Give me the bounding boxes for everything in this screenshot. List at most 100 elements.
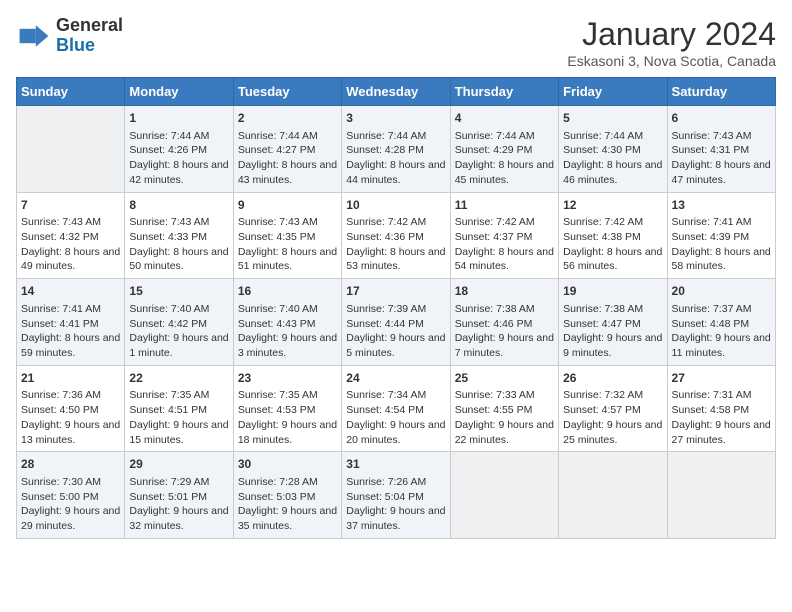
day-info: Sunset: 5:01 PM <box>129 490 228 505</box>
day-info: Daylight: 9 hours and 29 minutes. <box>21 504 120 533</box>
day-info: Daylight: 9 hours and 5 minutes. <box>346 331 445 360</box>
day-info: Daylight: 8 hours and 46 minutes. <box>563 158 662 187</box>
day-info: Sunrise: 7:26 AM <box>346 475 445 490</box>
day-info: Sunset: 4:26 PM <box>129 143 228 158</box>
calendar-cell: 22Sunrise: 7:35 AMSunset: 4:51 PMDayligh… <box>125 365 233 452</box>
calendar-cell: 1Sunrise: 7:44 AMSunset: 4:26 PMDaylight… <box>125 106 233 193</box>
day-info: Sunrise: 7:35 AM <box>129 388 228 403</box>
day-info: Sunset: 4:44 PM <box>346 317 445 332</box>
day-info: Sunrise: 7:42 AM <box>563 215 662 230</box>
day-info: Sunset: 4:58 PM <box>672 403 771 418</box>
day-number: 16 <box>238 283 337 300</box>
day-number: 18 <box>455 283 554 300</box>
day-info: Daylight: 8 hours and 42 minutes. <box>129 158 228 187</box>
day-info: Sunset: 4:27 PM <box>238 143 337 158</box>
day-info: Sunrise: 7:31 AM <box>672 388 771 403</box>
page-header: General Blue January 2024 Eskasoni 3, No… <box>16 16 776 69</box>
day-info: Sunrise: 7:41 AM <box>672 215 771 230</box>
calendar-cell: 19Sunrise: 7:38 AMSunset: 4:47 PMDayligh… <box>559 279 667 366</box>
calendar-cell: 30Sunrise: 7:28 AMSunset: 5:03 PMDayligh… <box>233 452 341 539</box>
day-info: Sunrise: 7:41 AM <box>21 302 120 317</box>
day-info: Sunrise: 7:40 AM <box>129 302 228 317</box>
day-number: 10 <box>346 197 445 214</box>
calendar-cell: 26Sunrise: 7:32 AMSunset: 4:57 PMDayligh… <box>559 365 667 452</box>
calendar-cell: 13Sunrise: 7:41 AMSunset: 4:39 PMDayligh… <box>667 192 775 279</box>
day-number: 1 <box>129 110 228 127</box>
day-info: Daylight: 8 hours and 47 minutes. <box>672 158 771 187</box>
day-info: Daylight: 9 hours and 20 minutes. <box>346 418 445 447</box>
day-info: Sunset: 4:38 PM <box>563 230 662 245</box>
calendar-cell: 7Sunrise: 7:43 AMSunset: 4:32 PMDaylight… <box>17 192 125 279</box>
day-info: Daylight: 9 hours and 13 minutes. <box>21 418 120 447</box>
day-info: Daylight: 8 hours and 45 minutes. <box>455 158 554 187</box>
day-number: 22 <box>129 370 228 387</box>
day-number: 8 <box>129 197 228 214</box>
day-info: Sunrise: 7:44 AM <box>455 129 554 144</box>
calendar-cell: 17Sunrise: 7:39 AMSunset: 4:44 PMDayligh… <box>342 279 450 366</box>
day-info: Daylight: 9 hours and 25 minutes. <box>563 418 662 447</box>
day-number: 26 <box>563 370 662 387</box>
day-info: Sunset: 4:29 PM <box>455 143 554 158</box>
day-info: Daylight: 9 hours and 32 minutes. <box>129 504 228 533</box>
week-row-2: 7Sunrise: 7:43 AMSunset: 4:32 PMDaylight… <box>17 192 776 279</box>
day-info: Daylight: 9 hours and 15 minutes. <box>129 418 228 447</box>
day-info: Sunset: 5:04 PM <box>346 490 445 505</box>
day-number: 12 <box>563 197 662 214</box>
calendar-cell: 9Sunrise: 7:43 AMSunset: 4:35 PMDaylight… <box>233 192 341 279</box>
day-info: Sunrise: 7:43 AM <box>238 215 337 230</box>
day-info: Daylight: 9 hours and 11 minutes. <box>672 331 771 360</box>
day-info: Daylight: 9 hours and 1 minute. <box>129 331 228 360</box>
day-info: Sunset: 4:47 PM <box>563 317 662 332</box>
weekday-header-wednesday: Wednesday <box>342 78 450 106</box>
week-row-4: 21Sunrise: 7:36 AMSunset: 4:50 PMDayligh… <box>17 365 776 452</box>
day-info: Sunset: 4:43 PM <box>238 317 337 332</box>
day-info: Sunset: 4:32 PM <box>21 230 120 245</box>
day-info: Sunrise: 7:44 AM <box>563 129 662 144</box>
day-number: 28 <box>21 456 120 473</box>
calendar-cell: 15Sunrise: 7:40 AMSunset: 4:42 PMDayligh… <box>125 279 233 366</box>
day-info: Sunset: 4:39 PM <box>672 230 771 245</box>
day-info: Sunset: 5:00 PM <box>21 490 120 505</box>
calendar-cell: 21Sunrise: 7:36 AMSunset: 4:50 PMDayligh… <box>17 365 125 452</box>
calendar-cell: 23Sunrise: 7:35 AMSunset: 4:53 PMDayligh… <box>233 365 341 452</box>
day-info: Sunrise: 7:43 AM <box>672 129 771 144</box>
day-info: Daylight: 8 hours and 51 minutes. <box>238 245 337 274</box>
weekday-header-thursday: Thursday <box>450 78 558 106</box>
day-number: 29 <box>129 456 228 473</box>
day-info: Sunrise: 7:44 AM <box>238 129 337 144</box>
day-number: 24 <box>346 370 445 387</box>
day-number: 20 <box>672 283 771 300</box>
day-info: Sunrise: 7:38 AM <box>563 302 662 317</box>
day-info: Daylight: 8 hours and 53 minutes. <box>346 245 445 274</box>
day-info: Sunset: 4:51 PM <box>129 403 228 418</box>
day-info: Sunset: 5:03 PM <box>238 490 337 505</box>
day-info: Daylight: 8 hours and 58 minutes. <box>672 245 771 274</box>
day-info: Daylight: 9 hours and 18 minutes. <box>238 418 337 447</box>
day-info: Sunrise: 7:34 AM <box>346 388 445 403</box>
day-info: Daylight: 8 hours and 50 minutes. <box>129 245 228 274</box>
calendar-cell: 29 Sunrise: 7:29 AMSunset: 5:01 PMDayligh… <box>125 452 233 539</box>
week-row-1: 1Sunrise: 7:44 AMSunset: 4:26 PMDaylight… <box>17 106 776 193</box>
day-info: Daylight: 9 hours and 35 minutes. <box>238 504 337 533</box>
week-row-5: 28Sunrise: 7:30 AMSunset: 5:00 PMDayligh… <box>17 452 776 539</box>
day-info: Daylight: 8 hours and 54 minutes. <box>455 245 554 274</box>
weekday-header-sunday: Sunday <box>17 78 125 106</box>
day-info: Sunset: 4:28 PM <box>346 143 445 158</box>
calendar-cell: 3Sunrise: 7:44 AMSunset: 4:28 PMDaylight… <box>342 106 450 193</box>
day-number: 15 <box>129 283 228 300</box>
day-info: Sunrise: 7:43 AM <box>21 215 120 230</box>
calendar-cell: 16Sunrise: 7:40 AMSunset: 4:43 PMDayligh… <box>233 279 341 366</box>
month-title: January 2024 <box>567 16 776 53</box>
day-info: Sunrise: 7:33 AM <box>455 388 554 403</box>
day-number: 7 <box>21 197 120 214</box>
day-info: Sunset: 4:37 PM <box>455 230 554 245</box>
calendar-cell: 24Sunrise: 7:34 AMSunset: 4:54 PMDayligh… <box>342 365 450 452</box>
day-info: Sunrise: 7:29 AM <box>129 475 228 490</box>
calendar-cell: 6Sunrise: 7:43 AMSunset: 4:31 PMDaylight… <box>667 106 775 193</box>
calendar-cell: 27Sunrise: 7:31 AMSunset: 4:58 PMDayligh… <box>667 365 775 452</box>
day-number: 30 <box>238 456 337 473</box>
day-info: Sunset: 4:36 PM <box>346 230 445 245</box>
day-number: 14 <box>21 283 120 300</box>
day-info: Sunrise: 7:42 AM <box>455 215 554 230</box>
day-info: Sunset: 4:46 PM <box>455 317 554 332</box>
